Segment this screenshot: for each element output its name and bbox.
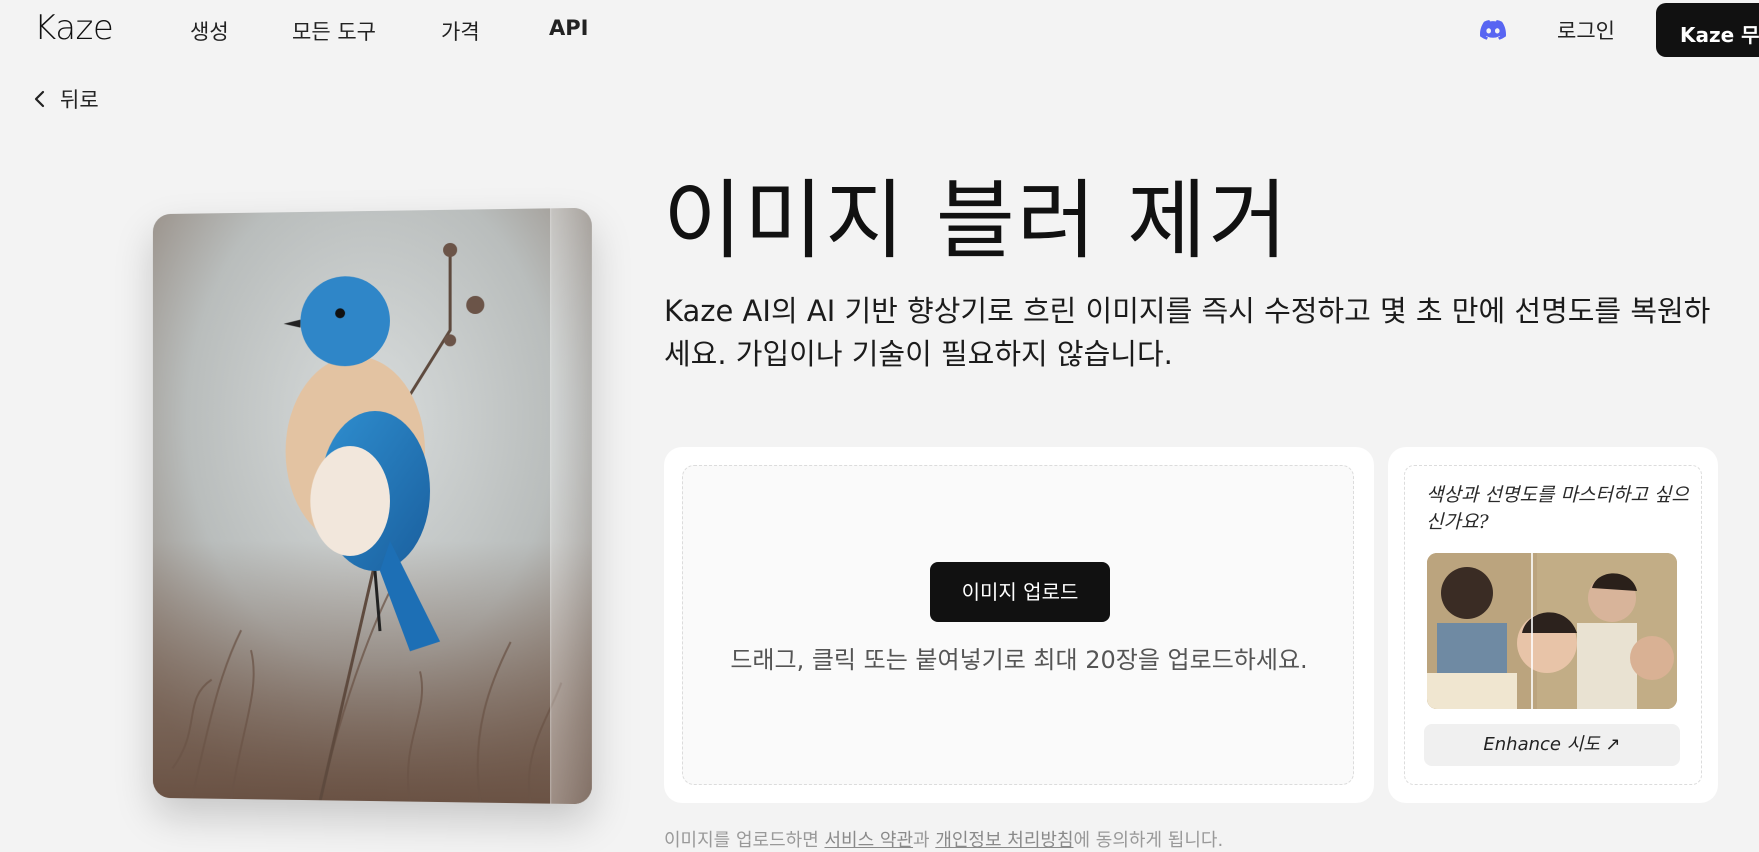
promo-text: 색상과 선명도를 마스터하고 싶으신가요? <box>1426 484 1689 533</box>
back-link[interactable]: 뒤로 <box>34 84 99 114</box>
top-nav: Kaze 생성 모든 도구 가격 API 로그인 Kaze 무료 <box>0 0 1759 60</box>
upload-hint: 드래그, 클릭 또는 붙여넣기로 최대 20장을 업로드하세요. <box>730 646 1308 674</box>
back-label: 뒤로 <box>60 88 99 112</box>
upload-dropzone[interactable] <box>682 465 1354 785</box>
terms-link[interactable]: 서비스 약관 <box>824 830 913 851</box>
try-enhance-button[interactable]: Enhance 시도 ↗ <box>1424 724 1680 766</box>
kaze-logo[interactable]: Kaze <box>34 8 114 48</box>
upload-panel <box>664 447 1374 803</box>
chevron-left-icon <box>34 90 45 108</box>
login-link[interactable]: 로그인 <box>1557 15 1615 45</box>
nav-item-api[interactable]: API <box>549 16 588 40</box>
page-description: Kaze AI의 AI 기반 향상기로 흐린 이미지를 즉시 수정하고 몇 초 … <box>664 294 1711 371</box>
legal-notice: 이미지를 업로드하면 서비스 약관과 개인정보 처리방침에 동의하게 됩니다. <box>664 826 1223 852</box>
discord-icon[interactable] <box>1480 18 1506 42</box>
nav-item-pricing[interactable]: 가격 <box>441 16 480 46</box>
nav-item-all-tools[interactable]: 모든 도구 <box>292 16 376 46</box>
try-kaze-button[interactable]: Kaze 무료 <box>1656 3 1759 57</box>
page-title: 이미지 블러 제거 <box>663 171 1290 271</box>
enhance-comparison-image <box>1427 553 1677 709</box>
bluebird-illustration <box>152 207 592 805</box>
legal-and: 과 <box>913 830 936 851</box>
privacy-link[interactable]: 개인정보 처리방침 <box>935 830 1073 851</box>
legal-suffix: 에 동의하게 됩니다. <box>1073 830 1224 851</box>
nav-item-generate[interactable]: 생성 <box>190 16 229 46</box>
upload-image-button[interactable]: 이미지 업로드 <box>930 562 1110 622</box>
card-edge <box>550 207 592 805</box>
legal-prefix: 이미지를 업로드하면 <box>664 830 825 851</box>
sample-bird-image <box>152 207 592 805</box>
